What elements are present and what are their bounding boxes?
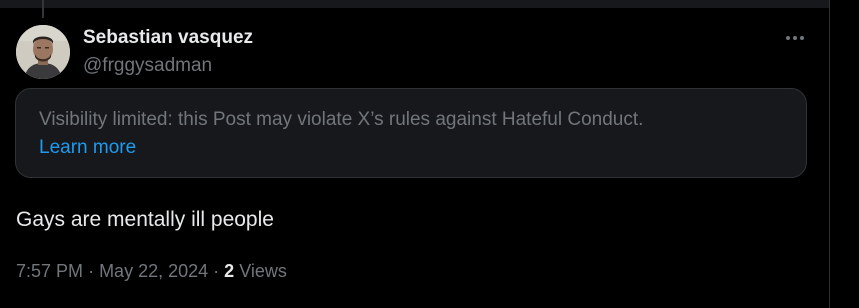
views-label: Views [239, 261, 287, 281]
post-text: Gays are mentally ill people [16, 208, 274, 231]
more-horizontal-icon-dot [800, 36, 804, 40]
author-name[interactable]: Sebastian vasquez [83, 26, 253, 50]
avatar[interactable] [16, 25, 70, 79]
thread-connector-line [42, 0, 44, 18]
views-count: 2 [224, 261, 235, 281]
more-horizontal-icon [786, 36, 790, 40]
author-handle[interactable]: @frggysadman [83, 54, 212, 78]
post-date[interactable]: May 22, 2024 [99, 261, 208, 281]
previous-post-edge [0, 0, 829, 8]
more-options-button[interactable] [778, 28, 812, 48]
visibility-notice: Visibility limited: this Post may violat… [15, 88, 807, 178]
user-photo-avatar-icon [16, 25, 70, 79]
post-detail-view: Sebastian vasquez @frggysadman Visibilit… [0, 0, 859, 308]
more-horizontal-icon-dot [793, 36, 797, 40]
learn-more-link[interactable]: Learn more [39, 136, 136, 160]
visibility-notice-text: Visibility limited: this Post may violat… [39, 109, 644, 130]
meta-separator: · [88, 261, 100, 281]
post-time[interactable]: 7:57 PM [16, 261, 83, 281]
post-meta: 7:57 PM · May 22, 2024 · 2 Views [16, 259, 287, 283]
column-divider [829, 0, 830, 308]
meta-separator: · [213, 261, 225, 281]
